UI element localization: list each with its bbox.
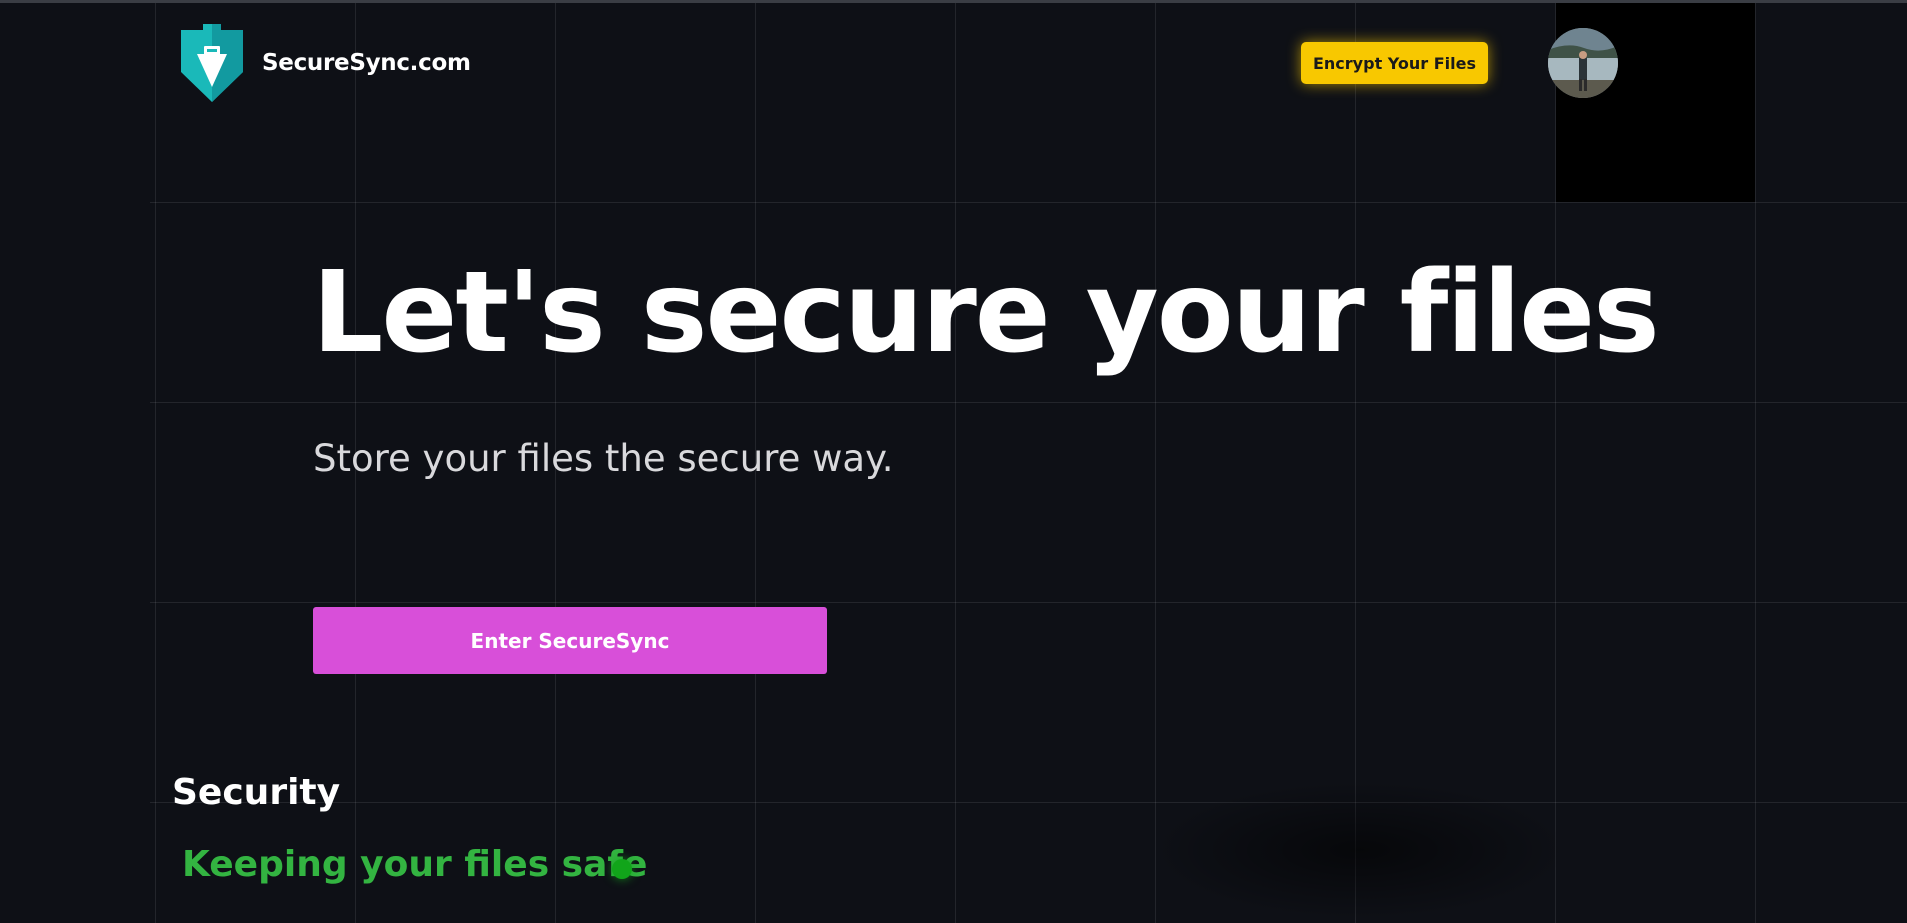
encrypt-files-button[interactable]: Encrypt Your Files: [1301, 42, 1488, 84]
shield-arrow-icon[interactable]: [181, 24, 243, 102]
user-avatar[interactable]: [1548, 28, 1618, 98]
brand-name[interactable]: SecureSync.com: [262, 50, 471, 76]
security-heading: Security: [172, 772, 341, 813]
hero-title: Let's secure your files: [312, 248, 1660, 378]
enter-securesync-button[interactable]: Enter SecureSync: [313, 607, 827, 674]
status-dot-icon: [612, 859, 632, 879]
hero-subtitle: Store your files the secure way.: [313, 437, 894, 480]
security-status-text: Keeping your files safe: [182, 844, 648, 885]
shadow-patch: [1150, 780, 1570, 920]
landing-page: SecureSync.com Encrypt Your Files Let's …: [0, 0, 1907, 923]
